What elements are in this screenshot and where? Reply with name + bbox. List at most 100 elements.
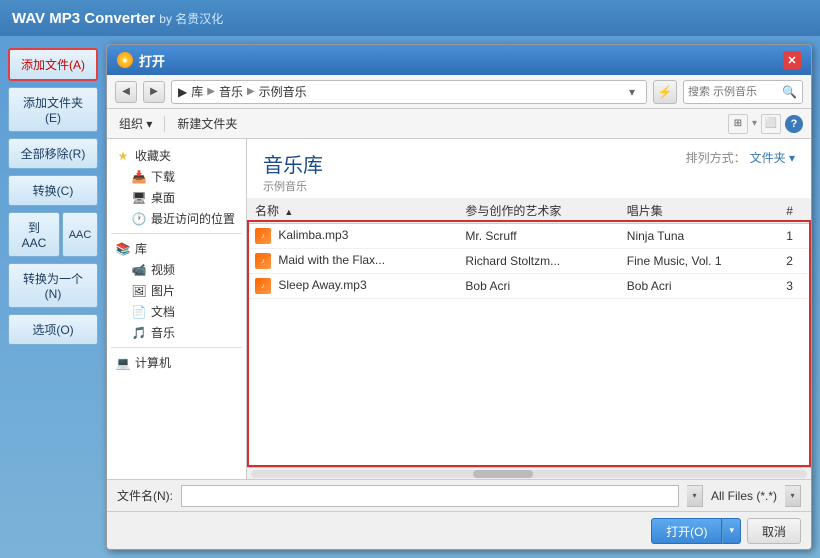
favorites-section: ★ 收藏夹 📥 下载 🖥 桌面 bbox=[111, 145, 242, 229]
new-folder-button[interactable]: 新建文件夹 bbox=[173, 113, 241, 134]
dialog-titlebar: ● 打开 ✕ bbox=[107, 45, 811, 75]
app-title: WAV MP3 Converter by 名贵汉化 bbox=[12, 10, 223, 27]
buttons-row: 打开(O) ▾ 取消 bbox=[107, 511, 811, 549]
library-title: 音乐库 bbox=[263, 149, 323, 178]
open-dropdown-button[interactable]: ▾ bbox=[722, 518, 741, 544]
table-row[interactable]: ♪ Sleep Away.mp3 Bob Acri Bob Acri 3 bbox=[247, 274, 811, 299]
library-subtitle: 示例音乐 bbox=[263, 178, 323, 194]
nav-path-dropdown[interactable]: ▾ bbox=[624, 84, 640, 100]
nav-bar: ◀ ▶ ▶ 库 ▶ 音乐 ▶ 示例音乐 ▾ ⚡ 🔍 bbox=[107, 75, 811, 109]
mp3-icon: ♪ bbox=[255, 228, 271, 244]
mp3-icon: ♪ bbox=[255, 278, 271, 294]
filename-dropdown[interactable]: ▾ bbox=[687, 485, 703, 507]
table-body: ♪ Kalimba.mp3 Mr. Scruff Ninja Tuna 1 bbox=[247, 224, 811, 299]
library-children: 📹 视频 🖼 图片 📄 文档 bbox=[111, 259, 242, 343]
col-num[interactable]: # bbox=[778, 198, 811, 224]
library-icon: 📚 bbox=[115, 241, 131, 257]
file-table: 名称 ▲ 参与创作的艺术家 唱片集 # bbox=[247, 198, 811, 299]
toolbar-divider bbox=[164, 116, 165, 132]
file-list-panel: 音乐库 示例音乐 排列方式： 文件夹 ▾ bbox=[247, 139, 811, 479]
convert-to-button[interactable]: 到 AAC bbox=[8, 212, 60, 257]
nav-refresh-button[interactable]: ⚡ bbox=[653, 80, 677, 104]
help-button[interactable]: ? bbox=[785, 115, 803, 133]
open-button[interactable]: 打开(O) bbox=[651, 518, 722, 544]
music-icon: 🎵 bbox=[131, 325, 147, 341]
open-btn-group: 打开(O) ▾ bbox=[651, 518, 741, 544]
tree-panel: ★ 收藏夹 📥 下载 🖥 桌面 bbox=[107, 139, 247, 479]
hscroll-thumb[interactable] bbox=[473, 470, 533, 478]
convert-button[interactable]: 转换(C) bbox=[8, 175, 98, 206]
col-name[interactable]: 名称 ▲ bbox=[247, 198, 457, 224]
organize-button[interactable]: 组织 ▾ bbox=[115, 113, 156, 134]
tree-item-document[interactable]: 📄 文档 bbox=[127, 301, 242, 322]
mp3-icon: ♪ bbox=[255, 253, 271, 269]
dialog-title-icon: ● bbox=[117, 52, 133, 68]
content-area: ★ 收藏夹 📥 下载 🖥 桌面 bbox=[107, 139, 811, 479]
file-name-cell: ♪ Kalimba.mp3 bbox=[247, 224, 457, 249]
tree-item-image[interactable]: 🖼 图片 bbox=[127, 280, 242, 301]
computer-icon: 💻 bbox=[115, 355, 131, 371]
view-window-button[interactable]: ⬜ bbox=[761, 114, 781, 134]
app-titlebar: WAV MP3 Converter by 名贵汉化 bbox=[0, 0, 820, 36]
image-icon: 🖼 bbox=[131, 283, 147, 299]
tree-item-favorites[interactable]: ★ 收藏夹 bbox=[111, 145, 242, 166]
favorites-children: 📥 下载 🖥 桌面 🕐 最近访问的位置 bbox=[111, 166, 242, 229]
download-icon: 📥 bbox=[131, 169, 147, 185]
table-header: 名称 ▲ 参与创作的艺术家 唱片集 # bbox=[247, 198, 811, 224]
files-table: 名称 ▲ 参与创作的艺术家 唱片集 # bbox=[247, 198, 811, 299]
tree-item-recent[interactable]: 🕐 最近访问的位置 bbox=[127, 208, 242, 229]
col-artist[interactable]: 参与创作的艺术家 bbox=[457, 198, 618, 224]
search-icon: 🔍 bbox=[782, 85, 797, 99]
sort-arrow-name: ▲ bbox=[284, 207, 293, 217]
file-name-cell: ♪ Maid with the Flax... bbox=[247, 249, 457, 274]
sort-value[interactable]: 文件夹 ▾ bbox=[750, 149, 795, 166]
add-folder-button[interactable]: 添加文件夹(E) bbox=[8, 87, 98, 132]
tree-item-music[interactable]: 🎵 音乐 bbox=[127, 322, 242, 343]
tree-item-download[interactable]: 📥 下载 bbox=[127, 166, 242, 187]
convert-one-button[interactable]: 转换为一个(N) bbox=[8, 263, 98, 308]
col-album[interactable]: 唱片集 bbox=[619, 198, 779, 224]
remove-all-button[interactable]: 全部移除(R) bbox=[8, 138, 98, 169]
video-icon: 📹 bbox=[131, 262, 147, 278]
tree-separator-2 bbox=[111, 347, 242, 348]
search-box: 🔍 bbox=[683, 80, 803, 104]
app-main: 添加文件(A) 添加文件夹(E) 全部移除(R) 转换(C) 到 AAC AAC… bbox=[0, 36, 820, 558]
hscroll-area bbox=[247, 467, 811, 479]
toolbar-views: ⊞ ▾ ⬜ ? bbox=[728, 114, 803, 134]
tree-item-video[interactable]: 📹 视频 bbox=[127, 259, 242, 280]
desktop-icon: 🖥 bbox=[131, 190, 147, 206]
nav-path[interactable]: ▶ 库 ▶ 音乐 ▶ 示例音乐 ▾ bbox=[171, 80, 647, 104]
dialog-title-left: ● 打开 bbox=[117, 51, 165, 70]
filename-row: 文件名(N): ▾ All Files (*.*) ▾ bbox=[107, 479, 811, 511]
format-select[interactable]: AAC MP3 WAV bbox=[62, 212, 98, 257]
tree-separator-1 bbox=[111, 233, 242, 234]
file-table-container: 名称 ▲ 参与创作的艺术家 唱片集 # bbox=[247, 198, 811, 467]
star-icon: ★ bbox=[115, 148, 131, 164]
filetype-dropdown[interactable]: ▾ bbox=[785, 485, 801, 507]
filetype-display: All Files (*.*) bbox=[711, 489, 777, 503]
library-section: 📚 库 📹 视频 🖼 图片 bbox=[111, 238, 242, 343]
filename-input[interactable] bbox=[181, 485, 679, 507]
recent-icon: 🕐 bbox=[131, 211, 147, 227]
file-name-cell: ♪ Sleep Away.mp3 bbox=[247, 274, 457, 299]
tree-item-computer[interactable]: 💻 计算机 bbox=[111, 352, 242, 373]
add-file-button[interactable]: 添加文件(A) bbox=[8, 48, 98, 81]
toolbar-bar: 组织 ▾ 新建文件夹 ⊞ ▾ ⬜ ? bbox=[107, 109, 811, 139]
nav-forward-button[interactable]: ▶ bbox=[143, 81, 165, 103]
left-panel: 添加文件(A) 添加文件夹(E) 全部移除(R) 转换(C) 到 AAC AAC… bbox=[8, 44, 98, 550]
computer-section: 💻 计算机 bbox=[111, 352, 242, 373]
convert-to-row: 到 AAC AAC MP3 WAV bbox=[8, 212, 98, 257]
view-list-button[interactable]: ⊞ bbox=[728, 114, 748, 134]
hscroll-track[interactable] bbox=[251, 470, 807, 478]
search-input[interactable] bbox=[688, 86, 778, 98]
dialog-title-text: 打开 bbox=[139, 51, 165, 70]
table-row[interactable]: ♪ Kalimba.mp3 Mr. Scruff Ninja Tuna 1 bbox=[247, 224, 811, 249]
table-row[interactable]: ♪ Maid with the Flax... Richard Stoltzm.… bbox=[247, 249, 811, 274]
options-button[interactable]: 选项(O) bbox=[8, 314, 98, 345]
cancel-button[interactable]: 取消 bbox=[747, 518, 801, 544]
tree-item-library[interactable]: 📚 库 bbox=[111, 238, 242, 259]
sort-control: 排列方式： 文件夹 ▾ bbox=[686, 149, 795, 166]
nav-back-button[interactable]: ◀ bbox=[115, 81, 137, 103]
dialog-close-button[interactable]: ✕ bbox=[783, 51, 801, 69]
tree-item-desktop[interactable]: 🖥 桌面 bbox=[127, 187, 242, 208]
